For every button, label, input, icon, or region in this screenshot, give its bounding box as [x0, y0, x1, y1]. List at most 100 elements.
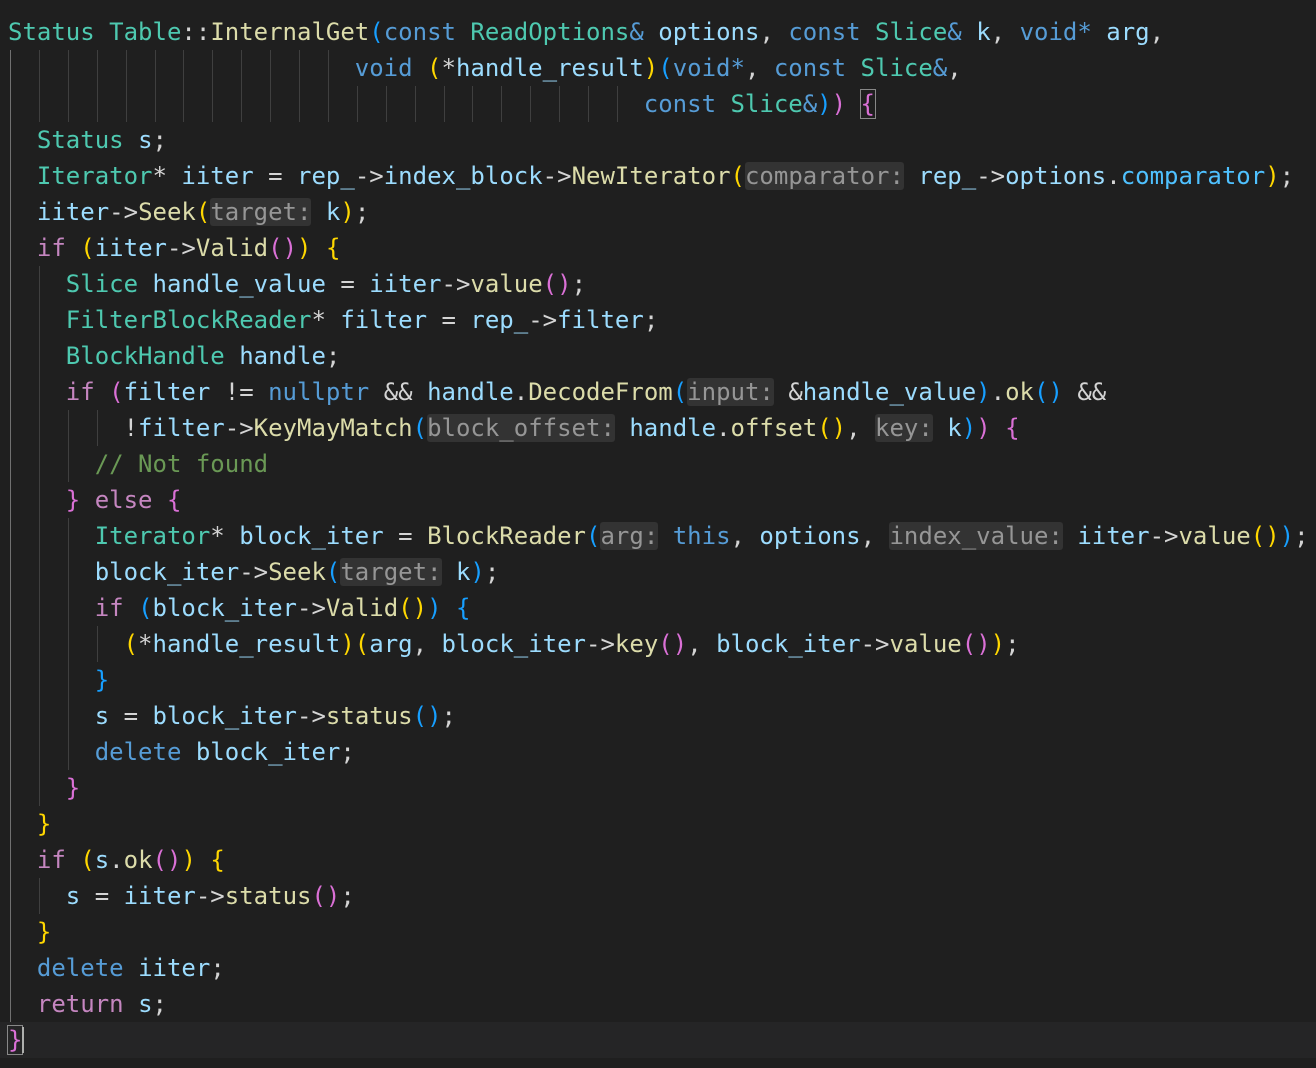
code-token: ;	[152, 990, 167, 1018]
code-token: options	[658, 18, 760, 46]
code-line[interactable]: iiter->Seek(target: k);	[0, 194, 1316, 230]
code-token: Slice	[875, 18, 948, 46]
code-line[interactable]: return s;	[0, 986, 1316, 1022]
code-editor[interactable]: Status Table::InternalGet(const ReadOpti…	[0, 0, 1316, 1068]
code-token: .	[513, 378, 529, 406]
code-token: // Not found	[94, 450, 269, 478]
code-line[interactable]: }	[0, 770, 1316, 806]
code-line[interactable]: Iterator* block_iter = BlockReader(arg: …	[0, 518, 1316, 554]
code-token: ;	[571, 270, 587, 298]
code-token: (	[268, 234, 283, 262]
code-token: void	[354, 54, 413, 82]
code-token: handle_result	[152, 630, 341, 658]
code-text: (*handle_result)(arg, block_iter->key(),…	[8, 626, 1020, 662]
code-token: void	[1019, 18, 1078, 46]
code-line[interactable]: Status Table::InternalGet(const ReadOpti…	[0, 14, 1316, 50]
code-token: ->	[195, 882, 225, 910]
code-text: }	[8, 914, 51, 950]
inlay-hint: input:	[687, 378, 774, 406]
code-line[interactable]: if (filter != nullptr && handle.DecodeFr…	[0, 374, 1316, 410]
code-token: )	[976, 378, 991, 406]
code-line[interactable]: (*handle_result)(arg, block_iter->key(),…	[0, 626, 1316, 662]
code-line[interactable]: if (iiter->Valid()) {	[0, 230, 1316, 266]
code-line[interactable]: !filter->KeyMayMatch(block_offset: handl…	[0, 410, 1316, 446]
code-line[interactable]: block_iter->Seek(target: k);	[0, 554, 1316, 590]
code-token: (	[586, 522, 601, 550]
code-line[interactable]: if (block_iter->Valid()) {	[0, 590, 1316, 626]
code-token: .	[716, 414, 731, 442]
code-token: (	[398, 594, 413, 622]
code-line[interactable]: void (*handle_result)(void*, const Slice…	[0, 50, 1316, 86]
code-line[interactable]: }	[0, 914, 1316, 950]
code-token: ;	[643, 306, 659, 334]
code-token: if	[36, 234, 66, 262]
code-line[interactable]: } else {	[0, 482, 1316, 518]
code-text: // Not found	[8, 446, 268, 482]
code-token: rep_	[918, 162, 977, 190]
code-token: =	[383, 522, 428, 550]
code-line[interactable]: Slice handle_value = iiter->value();	[0, 266, 1316, 302]
code-token: if	[65, 378, 95, 406]
code-token: {	[325, 234, 341, 262]
code-text: delete iiter;	[8, 950, 225, 986]
code-token: (	[542, 270, 558, 298]
code-line[interactable]: }	[0, 662, 1316, 698]
code-token: ->	[1149, 522, 1179, 550]
code-line[interactable]: Status s;	[0, 122, 1316, 158]
code-line[interactable]: }	[0, 1022, 1316, 1058]
code-line[interactable]: // Not found	[0, 446, 1316, 482]
code-line[interactable]: BlockHandle handle;	[0, 338, 1316, 374]
code-token: ->	[224, 414, 254, 442]
code-token: )	[672, 630, 688, 658]
code-token: const	[643, 90, 717, 118]
code-token: value	[1178, 522, 1251, 550]
code-token: BlockHandle	[65, 342, 225, 370]
code-token: ;	[354, 198, 370, 226]
inlay-hint: target:	[340, 558, 442, 586]
code-token: )	[831, 90, 847, 118]
code-token: void	[672, 54, 731, 82]
code-line[interactable]: delete block_iter;	[0, 734, 1316, 770]
code-text: }	[6, 1022, 24, 1058]
code-token: filter	[138, 414, 225, 442]
code-token: ,	[759, 18, 789, 46]
code-line[interactable]: FilterBlockReader* filter = rep_->filter…	[0, 302, 1316, 338]
code-token: (	[354, 630, 370, 658]
code-text: !filter->KeyMayMatch(block_offset: handl…	[8, 410, 1020, 446]
code-line[interactable]: s = block_iter->status();	[0, 698, 1316, 734]
code-token: )	[340, 630, 355, 658]
code-token: {	[166, 486, 182, 514]
code-line[interactable]: delete iiter;	[0, 950, 1316, 986]
code-token: delete	[94, 738, 182, 766]
code-token: ,	[744, 54, 774, 82]
code-text: }	[8, 806, 51, 842]
code-line[interactable]: Iterator* iiter = rep_->index_block->New…	[0, 158, 1316, 194]
code-token: &&	[369, 378, 428, 406]
code-token: (	[658, 54, 673, 82]
code-line[interactable]: }	[0, 806, 1316, 842]
code-text: BlockHandle handle;	[8, 338, 341, 374]
code-token: handle	[629, 414, 717, 442]
code-line[interactable]: s = iiter->status();	[0, 878, 1316, 914]
code-token: iiter	[1077, 522, 1150, 550]
code-token: handle_result	[455, 54, 644, 82]
code-line[interactable]: if (s.ok()) {	[0, 842, 1316, 878]
code-token: )	[831, 414, 847, 442]
code-token: status	[325, 702, 413, 730]
code-token: *	[311, 306, 326, 334]
code-token: Valid	[325, 594, 399, 622]
code-token: )	[1265, 522, 1280, 550]
code-line[interactable]: const Slice&)) {	[0, 86, 1316, 122]
code-token: ;	[484, 558, 500, 586]
